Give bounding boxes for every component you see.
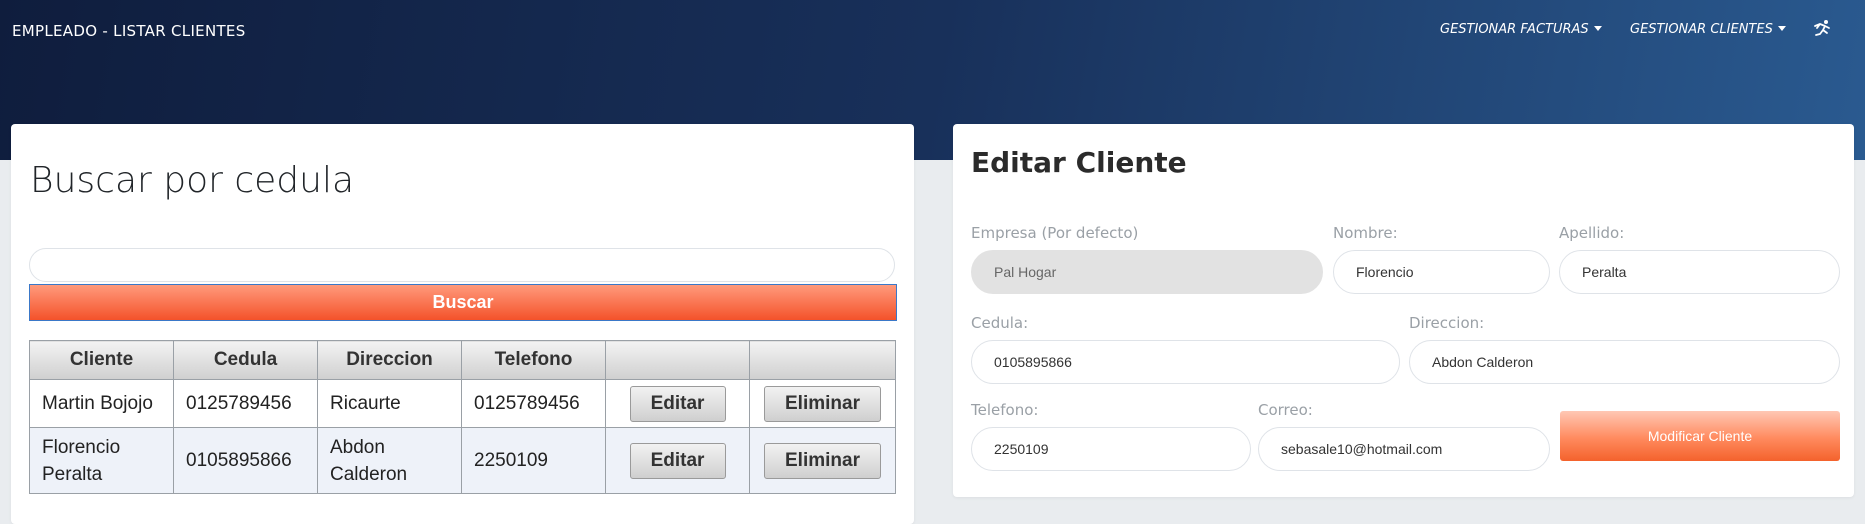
- table-header-row: Cliente Cedula Direccion Telefono: [29, 340, 896, 380]
- cedula-search-input[interactable]: [29, 248, 895, 282]
- modificar-cliente-button[interactable]: Modificar Cliente: [1560, 411, 1840, 461]
- nombre-label: Nombre:: [1333, 224, 1398, 242]
- table-row: Florencio Peralta 0105895866 Abdon Calde…: [29, 427, 896, 494]
- cell-delete: Eliminar: [749, 427, 896, 494]
- cell-cedula: 0105895866: [173, 427, 318, 494]
- cell-delete: Eliminar: [749, 379, 896, 428]
- column-header-cliente: Cliente: [29, 340, 174, 380]
- cedula-label: Cedula:: [971, 314, 1029, 332]
- column-header-direccion: Direccion: [317, 340, 462, 380]
- cell-edit: Editar: [605, 379, 750, 428]
- clients-table: Cliente Cedula Direccion Telefono Martin…: [29, 340, 896, 494]
- table-row: Martin Bojojo 0125789456 Ricaurte 012578…: [29, 379, 896, 428]
- cell-cliente: Florencio Peralta: [29, 427, 174, 494]
- nav-gestionar-clientes[interactable]: GESTIONAR CLIENTES: [1630, 22, 1786, 37]
- search-heading: Buscar por cedula: [30, 160, 355, 201]
- correo-label: Correo:: [1258, 401, 1313, 419]
- telefono-label: Telefono:: [971, 401, 1039, 419]
- caret-down-icon: [1777, 26, 1786, 31]
- column-header-cedula: Cedula: [173, 340, 318, 380]
- cell-telefono: 2250109: [461, 427, 606, 494]
- column-header-delete: [749, 340, 896, 380]
- apellido-label: Apellido:: [1559, 224, 1625, 242]
- cedula-field[interactable]: [971, 340, 1400, 384]
- empresa-field: [971, 250, 1323, 294]
- page-title: EMPLEADO - LISTAR CLIENTES: [12, 22, 246, 40]
- nav-label: GESTIONAR FACTURAS: [1440, 22, 1589, 37]
- nav-gestionar-facturas[interactable]: GESTIONAR FACTURAS: [1440, 22, 1602, 37]
- empresa-label: Empresa (Por defecto): [971, 224, 1139, 242]
- cell-direccion: Abdon Calderon: [317, 427, 462, 494]
- runner-icon[interactable]: [1811, 19, 1833, 39]
- column-header-edit: [605, 340, 750, 380]
- direccion-label: Direccion:: [1409, 314, 1485, 332]
- cell-telefono: 0125789456: [461, 379, 606, 428]
- edit-client-card: Editar Cliente Empresa (Por defecto) Nom…: [953, 124, 1854, 497]
- edit-button[interactable]: Editar: [629, 385, 726, 422]
- cell-cedula: 0125789456: [173, 379, 318, 428]
- cell-cliente: Martin Bojojo: [29, 379, 174, 428]
- caret-down-icon: [1593, 26, 1602, 31]
- cell-edit: Editar: [605, 427, 750, 494]
- cell-direccion: Ricaurte: [317, 379, 462, 428]
- direccion-field[interactable]: [1409, 340, 1840, 384]
- nombre-field[interactable]: [1333, 250, 1550, 294]
- delete-button[interactable]: Eliminar: [764, 442, 881, 479]
- buscar-button[interactable]: Buscar: [29, 284, 897, 321]
- apellido-field[interactable]: [1559, 250, 1840, 294]
- edit-heading: Editar Cliente: [971, 146, 1187, 179]
- column-header-telefono: Telefono: [461, 340, 606, 380]
- search-card: Buscar por cedula Buscar Cliente Cedula …: [11, 124, 914, 524]
- correo-field[interactable]: [1258, 427, 1550, 471]
- edit-button[interactable]: Editar: [629, 442, 726, 479]
- nav-label: GESTIONAR CLIENTES: [1630, 22, 1773, 37]
- delete-button[interactable]: Eliminar: [764, 385, 881, 422]
- telefono-field[interactable]: [971, 427, 1251, 471]
